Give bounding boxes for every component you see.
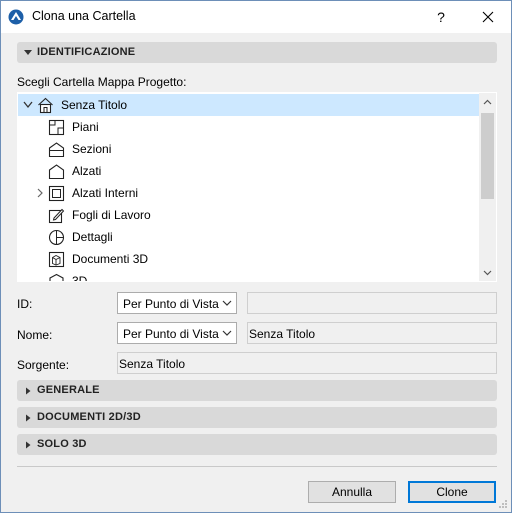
section-solo-3d-label: SOLO 3D [37,438,87,450]
tree-item-label: Piani [72,120,99,134]
tree-scrollbar[interactable] [479,93,496,281]
name-mode-select[interactable]: Per Punto di Vista [117,322,237,344]
chevron-down-icon[interactable] [23,99,33,111]
triangle-right-icon [26,387,31,395]
id-label: ID: [17,297,33,311]
triangle-right-icon [26,441,31,449]
window-title: Clona una Cartella [32,9,136,23]
name-mode-value: Per Punto di Vista [123,327,219,341]
tree-item-label: Documenti 3D [72,252,149,266]
source-label: Sorgente: [17,358,70,372]
tree-item-senza-titolo[interactable]: Senza Titolo [18,94,480,116]
section-documents[interactable]: DOCUMENTI 2D/3D [17,407,497,428]
chevron-down-icon [222,330,232,336]
tree-item-label: Dettagli [72,230,113,244]
tree-item-piani[interactable]: Piani [18,116,480,138]
tree-item-label: Alzati Interni [72,186,139,200]
help-button[interactable]: ? [426,5,456,29]
tree-item-alzati-interni[interactable]: Alzati Interni [18,182,480,204]
project-map-tree[interactable]: Senza Titolo Piani Sezioni Alzati Alzati… [17,92,497,282]
close-icon [482,11,494,23]
title-bar: Clona una Cartella ? [1,1,511,33]
source-field: Senza Titolo [117,352,497,374]
section-general[interactable]: GENERALE [17,380,497,401]
document-3d-icon [48,251,65,268]
triangle-right-icon [26,414,31,422]
triangle-down-icon [24,50,32,55]
scroll-up-icon[interactable] [482,97,493,108]
tree-item-documenti-3d[interactable]: Documenti 3D [18,248,480,270]
3d-icon [49,273,64,281]
scroll-down-icon[interactable] [482,267,493,278]
id-mode-select[interactable]: Per Punto di Vista [117,292,237,314]
tree-item-alzati[interactable]: Alzati [18,160,480,182]
clone-folder-dialog: Clona una Cartella ? IDENTIFICAZIONE Sce… [0,0,512,513]
footer-divider [17,466,497,467]
id-field [247,292,497,314]
name-field: Senza Titolo [247,322,497,344]
house-icon [38,97,53,114]
detail-icon [48,229,65,246]
tree-item-label: Senza Titolo [61,98,128,112]
section-identification[interactable]: IDENTIFICAZIONE [17,42,497,63]
section-documents-label: DOCUMENTI 2D/3D [37,411,141,423]
name-value: Senza Titolo [249,327,316,341]
tree-item-sezioni[interactable]: Sezioni [18,138,480,160]
source-value: Senza Titolo [119,357,186,371]
tree-item-label: Fogli di Lavoro [72,208,151,222]
close-button[interactable] [471,5,505,29]
resize-grip-icon[interactable] [498,499,508,509]
tree-item-label: Alzati [72,164,102,178]
section-general-label: GENERALE [37,384,100,396]
tree-item-3d[interactable]: 3D [18,270,480,282]
tree-item-fogli-di-lavoro[interactable]: Fogli di Lavoro [18,204,480,226]
archicad-app-icon [8,9,24,25]
tree-item-label: Sezioni [72,142,112,156]
name-label: Nome: [17,328,53,342]
clone-button[interactable]: Clone [408,481,496,503]
tree-label: Scegli Cartella Mappa Progetto: [17,75,187,89]
cancel-button[interactable]: Annulla [308,481,396,503]
tree-item-dettagli[interactable]: Dettagli [18,226,480,248]
tree-item-label: 3D [72,274,88,282]
elevation-icon [48,164,65,180]
chevron-right-icon[interactable] [35,187,45,199]
section-solo-3d[interactable]: SOLO 3D [17,434,497,455]
id-mode-value: Per Punto di Vista [123,297,219,311]
section-icon [48,142,65,158]
floor-plan-icon [48,119,65,136]
chevron-down-icon [222,300,232,306]
interior-elevation-icon [48,185,65,202]
scrollbar-thumb[interactable] [481,113,494,199]
worksheet-icon [48,208,65,224]
section-identification-label: IDENTIFICAZIONE [37,46,136,58]
